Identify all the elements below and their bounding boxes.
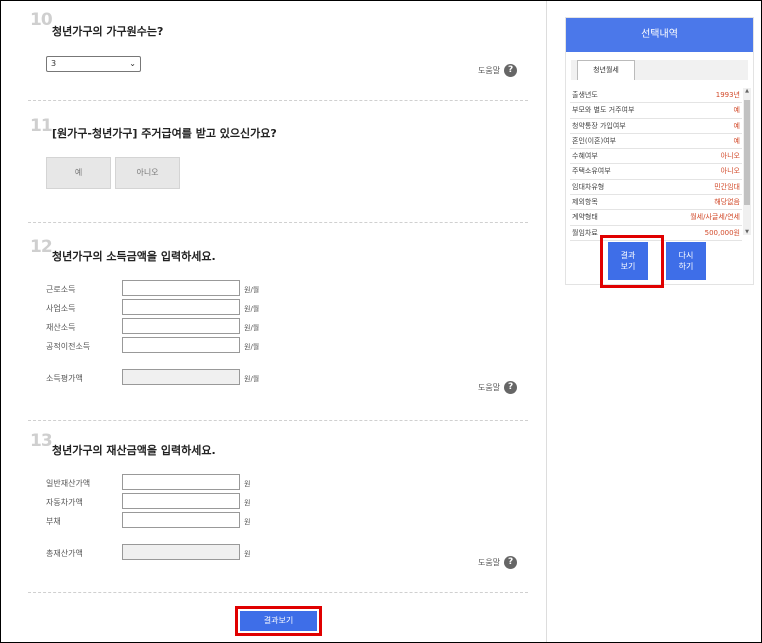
list-item: 임대차유형 민간임대 <box>570 180 742 196</box>
help-label: 도움말 <box>478 383 501 392</box>
question-icon: ? <box>504 381 518 394</box>
field-label: 자동차가액 <box>46 498 83 507</box>
vehicle-value-input[interactable] <box>122 493 240 509</box>
item-value: 월세/사글세/연세 <box>690 213 740 222</box>
field-label: 근로소득 <box>46 285 76 294</box>
item-key: 혼인(이혼)여부 <box>572 136 617 145</box>
chevron-down-icon: ⌄ <box>129 59 136 68</box>
item-key: 임대차유형 <box>572 182 605 191</box>
field-label: 재산소득 <box>46 323 76 332</box>
item-key: 제외항목 <box>572 198 598 207</box>
income-total-field <box>122 369 240 385</box>
item-key: 청약통장 가입여부 <box>572 121 626 130</box>
list-item: 계약형태 월세/사글세/연세 <box>570 210 742 226</box>
property-income-input[interactable] <box>122 318 240 334</box>
question-title: 청년가구의 가구원수는? <box>52 25 164 38</box>
public-transfer-income-input[interactable] <box>122 337 240 353</box>
earned-income-input[interactable] <box>122 280 240 296</box>
household-size-select[interactable]: 3 ⌄ <box>46 56 141 72</box>
help-button[interactable]: 도움말? <box>478 381 518 394</box>
help-button[interactable]: 도움말? <box>478 556 518 569</box>
divider <box>28 222 528 223</box>
scroll-thumb[interactable] <box>744 100 750 205</box>
list-item: 출생년도 1993년 <box>570 88 742 104</box>
item-value: 예 <box>733 121 740 130</box>
unit-label: 원/월 <box>244 343 260 351</box>
panel-tabbar: 청년월세 <box>571 60 748 80</box>
question-title: 청년가구의 재산금액을 입력하세요. <box>52 444 216 457</box>
item-value: 아니오 <box>720 167 740 176</box>
field-label: 일반재산가액 <box>46 479 91 488</box>
button-line: 하기 <box>678 262 694 271</box>
button-line: 보기 <box>620 262 636 271</box>
item-key: 출생년도 <box>572 91 598 99</box>
business-income-input[interactable] <box>122 299 240 315</box>
question-title: [원가구-청년가구] 주거급여를 받고 있으신가요? <box>52 127 277 140</box>
list-scrollbar[interactable]: ▲ ▼ <box>743 88 751 235</box>
item-key: 월임차료 <box>572 228 598 237</box>
item-value: 민간임대 <box>714 182 740 191</box>
field-label: 소득평가액 <box>46 374 83 383</box>
button-line: 다시 <box>678 251 694 260</box>
tab-youth-rent[interactable]: 청년월세 <box>577 60 635 80</box>
view-result-button[interactable]: 결과보기 <box>240 611 317 631</box>
panel-result-button[interactable]: 결과 보기 <box>608 242 648 280</box>
property-total-field <box>122 544 240 560</box>
list-item: 제외항목 해당없음 <box>570 195 742 211</box>
scroll-down-icon[interactable]: ▼ <box>743 229 751 235</box>
field-label: 총재산가액 <box>46 549 83 558</box>
list-item: 수혜여부 아니오 <box>570 149 742 165</box>
unit-label: 원/월 <box>244 324 260 332</box>
panel-title: 선택내역 <box>566 18 753 52</box>
reset-button[interactable]: 다시 하기 <box>666 242 706 280</box>
divider <box>28 100 528 101</box>
unit-label: 원 <box>244 518 251 526</box>
question-icon: ? <box>504 64 518 77</box>
item-value: 예 <box>733 136 740 145</box>
unit-label: 원 <box>244 550 251 558</box>
item-value: 1993년 <box>715 91 740 99</box>
item-value: 예 <box>733 106 740 115</box>
unit-label: 원 <box>244 499 251 507</box>
item-key: 계약형태 <box>572 213 598 222</box>
selection-list: 출생년도 1993년 부모와 별도 거주여부 예 청약통장 가입여부 예 혼인(이혼)… <box>570 88 742 241</box>
question-title: 청년가구의 소득금액을 입력하세요. <box>52 250 216 263</box>
question-icon: ? <box>504 556 518 569</box>
unit-label: 원/월 <box>244 305 260 313</box>
question-number: 11 <box>30 116 53 136</box>
column-divider <box>546 1 547 642</box>
list-item: 주택소유여부 아니오 <box>570 164 742 180</box>
divider <box>28 420 528 421</box>
help-button[interactable]: 도움말? <box>478 64 518 77</box>
field-label: 공적이전소득 <box>46 342 91 351</box>
question-number: 12 <box>30 237 53 257</box>
question-number: 10 <box>30 10 53 30</box>
question-number: 13 <box>30 431 53 451</box>
item-value: 500,000원 <box>704 228 740 237</box>
list-item: 혼인(이혼)여부 예 <box>570 134 742 150</box>
general-property-input[interactable] <box>122 474 240 490</box>
no-button[interactable]: 아니오 <box>115 157 180 189</box>
field-label: 부채 <box>46 517 61 526</box>
list-item: 청약통장 가입여부 예 <box>570 119 742 134</box>
item-key: 수혜여부 <box>572 152 598 161</box>
help-label: 도움말 <box>478 66 501 75</box>
item-key: 부모와 별도 거주여부 <box>572 106 635 115</box>
scroll-up-icon[interactable]: ▲ <box>743 88 751 94</box>
unit-label: 원/월 <box>244 375 260 383</box>
unit-label: 원 <box>244 480 251 488</box>
select-value: 3 <box>51 59 57 68</box>
field-label: 사업소득 <box>46 304 76 313</box>
item-value: 해당없음 <box>714 198 740 207</box>
button-line: 결과 <box>620 251 636 260</box>
debt-input[interactable] <box>122 512 240 528</box>
item-value: 아니오 <box>720 152 740 161</box>
unit-label: 원/월 <box>244 286 260 294</box>
item-key: 주택소유여부 <box>572 167 611 176</box>
help-label: 도움말 <box>478 558 501 567</box>
yes-button[interactable]: 예 <box>46 157 111 189</box>
list-item: 부모와 별도 거주여부 예 <box>570 103 742 119</box>
divider <box>28 592 528 593</box>
